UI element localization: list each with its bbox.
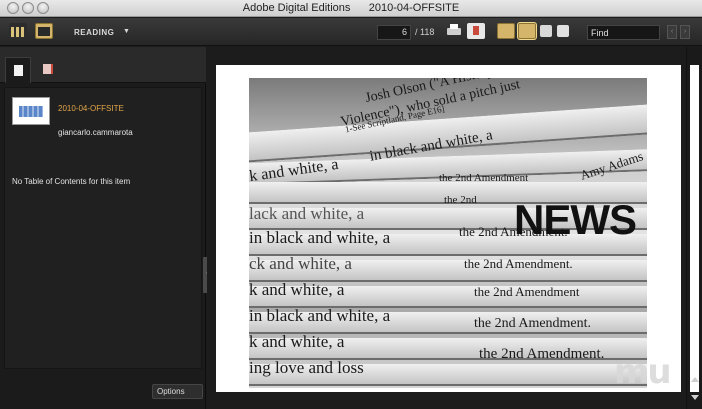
- cover-text: k and white, a: [249, 332, 345, 351]
- book-author: giancarlo.cammarota: [58, 128, 133, 137]
- watermark-logo: mu: [614, 352, 672, 392]
- fit-width-icon[interactable]: [540, 25, 552, 37]
- scroll-up-icon[interactable]: [691, 377, 699, 382]
- sidebar-tabs: [0, 47, 206, 83]
- fit-page-icon[interactable]: [557, 25, 569, 37]
- view-mode-label[interactable]: READING: [74, 28, 114, 37]
- book-title: 2010-04-OFFSITE: [58, 104, 124, 113]
- toc-empty-message: No Table of Contents for this item: [12, 177, 131, 186]
- find-next-button[interactable]: ›: [680, 25, 690, 39]
- reading-view-icon[interactable]: [35, 23, 53, 39]
- scroll-thumb[interactable]: [690, 65, 699, 392]
- print-icon[interactable]: [445, 23, 463, 39]
- cover-image: Josh Olson ("A History of Violence"), wh…: [249, 78, 647, 388]
- library-view-icon[interactable]: [9, 23, 27, 39]
- window-title: Adobe Digital Editions 2010-04-OFFSITE: [242, 2, 460, 14]
- options-menu-button[interactable]: Options: [152, 384, 203, 399]
- cover-text: the 2nd Amendment.: [479, 346, 605, 362]
- find-input[interactable]: [587, 25, 660, 40]
- cover-text: the 2nd: [444, 194, 477, 206]
- find-previous-button[interactable]: ‹: [667, 25, 677, 39]
- cover-text: the 2nd Amendment.: [474, 316, 592, 331]
- cover-headline: NEWS: [514, 196, 637, 243]
- cover-text: the 2nd Amendment: [439, 172, 529, 184]
- page-total: / 118: [415, 27, 435, 37]
- cover-text: k and white, a: [249, 280, 345, 299]
- book-page: Josh Olson ("A History of Violence"), wh…: [216, 65, 681, 392]
- title-bar: Adobe Digital Editions 2010-04-OFFSITE: [0, 0, 702, 17]
- cover-text: the 2nd Amendment.: [464, 256, 573, 271]
- vertical-scrollbar[interactable]: [686, 47, 702, 409]
- cover-text: the 2nd Amendment: [474, 284, 580, 299]
- chevron-down-icon[interactable]: ▼: [123, 28, 130, 35]
- book-thumbnail: [12, 97, 50, 125]
- cover-text: lack and white, a: [249, 204, 365, 223]
- single-page-view-icon[interactable]: [518, 23, 536, 39]
- cover-text: ck and white, a: [249, 254, 352, 273]
- cover-text: ing love and loss: [249, 358, 364, 377]
- toc-panel: 2010-04-OFFSITE giancarlo.cammarota No T…: [4, 87, 202, 369]
- cover-text: in black and white, a: [249, 228, 391, 247]
- bookmark-icon[interactable]: [467, 23, 485, 39]
- tab-table-of-contents[interactable]: [5, 57, 31, 83]
- toolbar: READING ▼ 6 / 118 ‹ ›: [0, 18, 702, 46]
- sidebar: 2010-04-OFFSITE giancarlo.cammarota No T…: [0, 47, 209, 409]
- two-page-view-icon[interactable]: [497, 23, 515, 39]
- cover-text: in black and white, a: [249, 306, 391, 325]
- scroll-down-icon[interactable]: [691, 395, 699, 400]
- tab-bookmarks[interactable]: [36, 57, 62, 83]
- current-page-field[interactable]: 6: [377, 25, 411, 40]
